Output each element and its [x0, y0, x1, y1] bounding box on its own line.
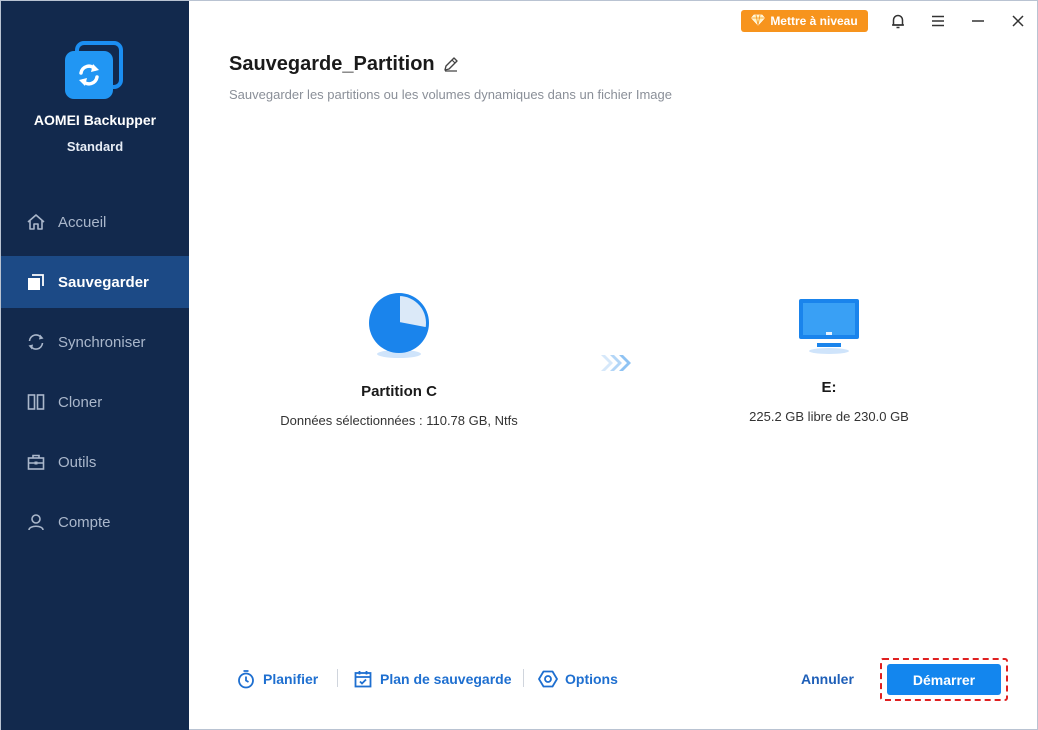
clone-icon: [25, 391, 47, 413]
upgrade-label: Mettre à niveau: [770, 14, 858, 28]
options-label: Options: [565, 671, 618, 687]
destination-label: E:: [821, 379, 837, 396]
menu-icon[interactable]: [927, 10, 949, 32]
options-button[interactable]: Options: [537, 667, 618, 691]
edit-icon[interactable]: [442, 55, 460, 73]
diamond-icon: [751, 14, 766, 29]
options-gear-icon: [537, 668, 559, 690]
destination-panel[interactable]: E: 225.2 GB libre de 230.0 GB: [679, 297, 979, 424]
app-name: AOMEI Backupper: [33, 112, 157, 128]
calendar-icon: [352, 668, 374, 690]
app-edition: Standard: [66, 139, 124, 154]
app-logo: [65, 41, 125, 101]
sync-icon: [25, 331, 47, 353]
close-icon[interactable]: [1007, 10, 1029, 32]
schedule-button[interactable]: Planifier: [235, 667, 318, 691]
sidebar: AOMEI Backupper Standard Accueil Sauvega…: [1, 1, 189, 730]
sidebar-item-label: Compte: [58, 513, 111, 531]
upgrade-button[interactable]: Mettre à niveau: [741, 10, 868, 32]
start-button[interactable]: Démarrer: [887, 664, 1001, 695]
sidebar-item-outils[interactable]: Outils: [1, 432, 189, 492]
sidebar-item-label: Sauvegarder: [58, 273, 149, 291]
sidebar-item-label: Cloner: [58, 393, 103, 411]
monitor-icon: [679, 297, 979, 357]
direction-arrow-icon: [599, 353, 633, 373]
source-partition-panel[interactable]: Partition C Données sélectionnées : 110.…: [249, 291, 549, 428]
user-icon: [25, 511, 47, 533]
backup-plan-label: Plan de sauvegarde: [380, 671, 512, 687]
sidebar-item-label: Outils: [58, 453, 97, 471]
source-label: Partition C: [361, 383, 437, 400]
cancel-button[interactable]: Annuler: [801, 671, 854, 687]
toolbar-divider: [523, 669, 524, 687]
sidebar-item-label: Synchroniser: [58, 333, 146, 351]
sidebar-item-sauvegarder[interactable]: Sauvegarder: [1, 256, 189, 308]
sidebar-nav: Accueil Sauvegarder Synchroniser Cloner: [1, 192, 189, 552]
minimize-icon[interactable]: [967, 10, 989, 32]
app-window: AOMEI Backupper Standard Accueil Sauvega…: [0, 0, 1038, 730]
backup-icon: [25, 271, 47, 293]
sidebar-item-label: Accueil: [58, 213, 107, 231]
source-detail: Données sélectionnées : 110.78 GB, Ntfs: [280, 413, 518, 428]
toolbar-divider: [337, 669, 338, 687]
page-subtitle: Sauvegarder les partitions ou les volume…: [229, 87, 672, 102]
start-button-highlight: Démarrer: [880, 658, 1008, 701]
toolbox-icon: [25, 451, 47, 473]
home-icon: [25, 211, 47, 233]
partition-pie-icon: [249, 291, 549, 361]
sidebar-item-accueil[interactable]: Accueil: [1, 192, 189, 252]
sidebar-item-cloner[interactable]: Cloner: [1, 372, 189, 432]
schedule-label: Planifier: [263, 671, 319, 687]
page-title: Sauvegarde_Partition: [229, 53, 435, 75]
stopwatch-icon: [235, 668, 257, 690]
sidebar-item-synchroniser[interactable]: Synchroniser: [1, 312, 189, 372]
bell-icon[interactable]: [887, 10, 909, 32]
backup-plan-button[interactable]: Plan de sauvegarde: [352, 667, 512, 691]
sidebar-item-compte[interactable]: Compte: [1, 492, 189, 552]
destination-detail: 225.2 GB libre de 230.0 GB: [749, 409, 909, 424]
